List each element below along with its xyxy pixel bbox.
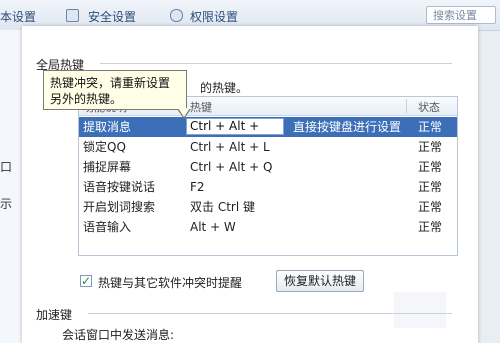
send-message-shortcut-label: 会话窗口中发送消息: xyxy=(62,328,175,342)
hotkey-status: 正常 xyxy=(418,220,443,234)
hotkey-function-name: 捕捉屏幕 xyxy=(83,160,132,174)
column-header-status[interactable]: 状态 xyxy=(418,99,440,115)
background-left-label: 示 xyxy=(0,197,13,211)
lock-icon xyxy=(170,9,183,22)
tab-permission-settings[interactable]: 权限设置 xyxy=(190,8,238,25)
table-row[interactable]: 锁定QQ Ctrl + Alt + L 正常 xyxy=(79,137,457,157)
hotkey-table: 功能说明 热键 状态 提取消息 Ctrl + Alt + 直接按键盘进行设置 正… xyxy=(78,96,458,256)
hotkey-status: 正常 xyxy=(418,120,443,134)
hotkey-edit-input[interactable]: Ctrl + Alt + xyxy=(186,118,284,135)
hotkey-edit-hint: 直接按键盘进行设置 xyxy=(293,120,402,134)
hotkey-function-name: 提取消息 xyxy=(83,120,132,134)
hotkey-value: 双击 Ctrl 键 xyxy=(190,200,255,214)
conflict-tooltip: 热键冲突，请重新设置另外的热键。 xyxy=(43,70,187,110)
hotkey-value: Alt + W xyxy=(190,220,236,234)
hotkey-status: 正常 xyxy=(418,180,443,194)
conflict-reminder-checkbox[interactable]: ✓ xyxy=(80,275,92,287)
tab-basic-settings[interactable]: 本设置 xyxy=(0,8,36,25)
tab-security-settings[interactable]: 安全设置 xyxy=(88,8,136,25)
hotkey-function-name: 锁定QQ xyxy=(83,140,126,154)
hotkey-status: 正常 xyxy=(418,160,443,174)
conflict-reminder-label[interactable]: 热键与其它软件冲突时提醒 xyxy=(98,274,242,291)
section-divider xyxy=(88,313,452,314)
background-left-label: 口 xyxy=(0,160,13,174)
table-row[interactable]: 语音输入 Alt + W 正常 xyxy=(79,217,457,237)
settings-search-input[interactable]: 搜索设置 xyxy=(426,6,496,24)
accelerator-keys-title: 加速键 xyxy=(36,308,73,322)
section-divider xyxy=(100,63,452,64)
hotkey-value: F2 xyxy=(190,180,205,194)
column-separator xyxy=(406,99,407,113)
restore-default-hotkeys-button[interactable]: 恢复默认热键 xyxy=(276,270,364,292)
background-left-column xyxy=(0,30,23,343)
hotkey-function-name: 开启划词搜索 xyxy=(83,200,156,214)
table-row[interactable]: 开启划词搜索 双击 Ctrl 键 正常 xyxy=(79,197,457,217)
table-row[interactable]: 捕捉屏幕 Ctrl + Alt + Q 正常 xyxy=(79,157,457,177)
tooltip-pointer-inner xyxy=(178,108,190,117)
hotkey-status: 正常 xyxy=(418,200,443,214)
hotkey-status: 正常 xyxy=(418,140,443,154)
hotkey-hint-text: 的热键。 xyxy=(200,81,249,95)
panel-shade xyxy=(394,292,446,328)
hotkey-function-name: 语音按键说话 xyxy=(83,180,156,194)
table-row[interactable]: 语音按键说话 F2 正常 xyxy=(79,177,457,197)
column-header-hotkey[interactable]: 热键 xyxy=(190,99,212,115)
hotkey-value: Ctrl + Alt + L xyxy=(190,140,270,154)
hotkey-value: Ctrl + Alt + Q xyxy=(190,160,273,174)
shield-icon xyxy=(66,9,79,22)
table-row[interactable]: 提取消息 Ctrl + Alt + 直接按键盘进行设置 正常 xyxy=(79,117,457,137)
hotkey-function-name: 语音输入 xyxy=(83,220,132,234)
